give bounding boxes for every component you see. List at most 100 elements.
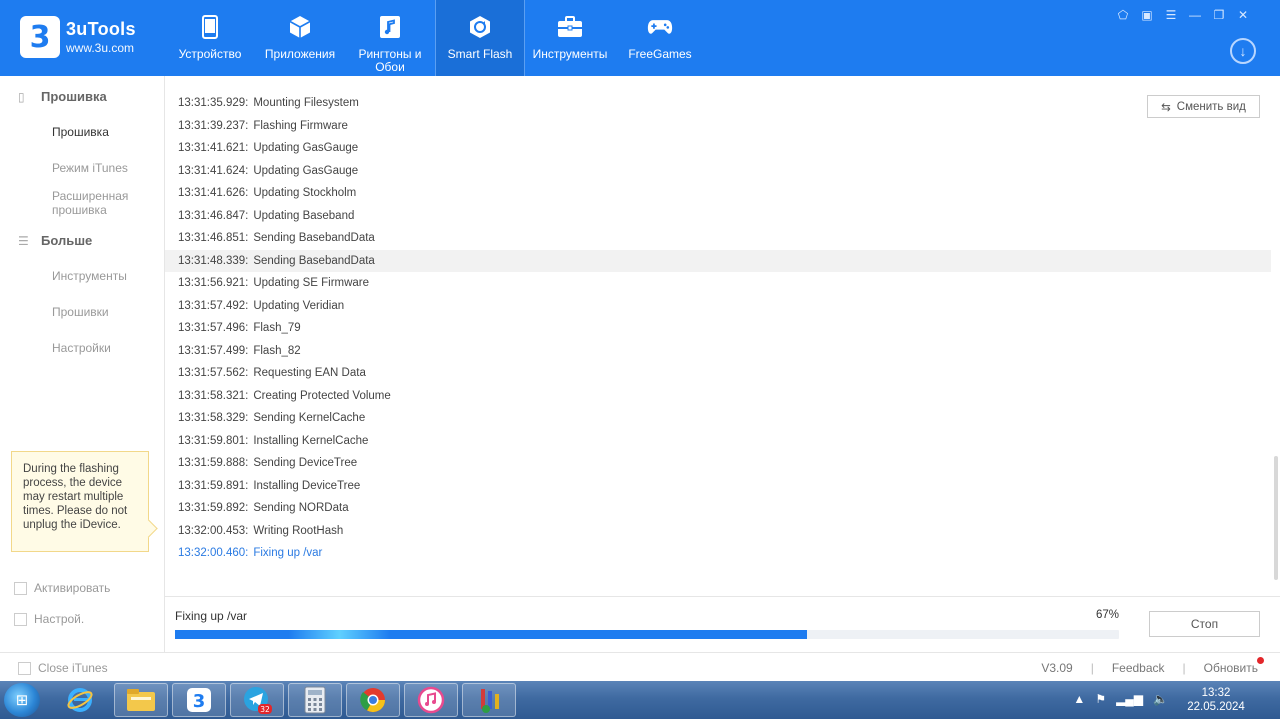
log-message: Flashing Firmware — [253, 119, 348, 132]
app-title: 3uTools — [66, 19, 136, 39]
log-message: Sending BasebandData — [253, 232, 375, 244]
log-time: 13:31:58.321: — [178, 389, 249, 402]
sidebar-item-tools[interactable]: Инструменты — [52, 269, 127, 283]
tray-expand-icon[interactable]: ▲ — [1073, 692, 1085, 706]
checkbox-box[interactable] — [18, 661, 31, 675]
nav-ringtones[interactable]: Рингтоны и Обои — [345, 0, 435, 76]
log-time: 13:31:57.499: — [178, 344, 249, 357]
nav-device[interactable]: Устройство — [165, 0, 255, 76]
clock-date: 22.05.2024 — [1187, 701, 1245, 713]
explorer-icon[interactable] — [114, 683, 168, 717]
download-icon[interactable]: ↓ — [1230, 38, 1256, 64]
ie-icon[interactable] — [60, 684, 100, 716]
log-message: Updating GasGauge — [253, 142, 359, 154]
activate-checkbox[interactable]: Активировать — [14, 581, 110, 595]
log-time: 13:31:41.626: — [178, 187, 249, 199]
sidebar-item-firmwares[interactable]: Прошивки — [52, 305, 109, 319]
log-row: 13:31:59.891: Installing DeviceTree — [165, 475, 1271, 498]
3utools-taskbar-icon[interactable]: 3 — [172, 683, 226, 717]
nav-tools[interactable]: Инструменты — [525, 0, 615, 76]
log-message: Updating Stockholm — [253, 187, 357, 199]
app-header: 3 3uTools www.3u.com Устройство Приложен… — [0, 0, 1280, 76]
flash-tip: During the flashing process, the device … — [11, 451, 149, 552]
chrome-icon[interactable] — [346, 683, 400, 717]
stop-button[interactable]: Стоп — [1149, 611, 1260, 637]
checkbox-box[interactable] — [14, 581, 27, 595]
log-scrollbar[interactable] — [1274, 456, 1278, 580]
feedback-link[interactable]: Feedback — [1112, 661, 1165, 675]
volume-icon[interactable]: 🔈 — [1153, 692, 1168, 706]
nav-smart-flash[interactable]: Smart Flash — [435, 0, 525, 76]
nav-tools-label: Инструменты — [532, 47, 608, 61]
nav-apps[interactable]: Приложения — [255, 0, 345, 76]
action-center-icon[interactable]: ⚑ — [1095, 692, 1106, 706]
logo-mark: 3 — [20, 16, 60, 58]
network-icon[interactable]: ▂▄▆ — [1116, 692, 1143, 706]
taskbar-clock[interactable]: 13:32 22.05.2024 — [1176, 686, 1256, 714]
switch-view-button[interactable]: ⇆ Сменить вид — [1147, 95, 1260, 118]
note-icon[interactable]: ▣ — [1140, 8, 1154, 22]
nav-smart-flash-label: Smart Flash — [447, 47, 513, 61]
music-icon — [377, 14, 403, 40]
telegram-badge: 32 — [260, 705, 270, 714]
progress-percent: 67% — [1096, 609, 1120, 621]
log-message: Updating Veridian — [253, 299, 345, 312]
log-time: 13:31:46.847: — [178, 209, 249, 222]
log-row: 13:31:58.321: Creating Protected Volume — [165, 385, 1271, 408]
menu-icon[interactable]: ☰ — [1164, 8, 1178, 22]
log-time: 13:32:00.453: — [178, 524, 249, 537]
skin-icon[interactable]: ⬠ — [1116, 8, 1130, 22]
log-message: Sending KernelCache — [253, 412, 366, 424]
log-row: 13:31:57.562: Requesting EAN Data — [165, 362, 1271, 385]
cube-icon — [287, 14, 313, 40]
main-nav: Устройство Приложения Рингтоны и Обои Sm… — [165, 0, 705, 76]
progress-track — [175, 630, 1119, 639]
log-row: 13:31:41.626: Updating Stockholm — [165, 182, 1271, 205]
telegram-icon[interactable]: 32 — [230, 683, 284, 717]
swap-icon: ⇆ — [1161, 101, 1171, 114]
windows-start-icon[interactable]: ⊞ — [4, 683, 40, 717]
calculator-icon[interactable] — [288, 683, 342, 717]
sidebar-item-flash[interactable]: Прошивка — [52, 125, 109, 139]
minimize-icon[interactable]: — — [1188, 8, 1202, 22]
sidebar-item-settings[interactable]: Настройки — [52, 341, 111, 355]
log-message: Mounting Filesystem — [253, 97, 359, 109]
nav-device-label: Устройство — [178, 47, 242, 61]
log-row: 13:31:35.929: Mounting Filesystem — [165, 92, 1271, 115]
footer-separator: | — [1182, 661, 1186, 675]
update-badge — [1257, 657, 1264, 664]
nav-apps-label: Приложения — [264, 47, 336, 61]
log-row: 13:32:00.460: Fixing up /var — [165, 542, 1271, 565]
log-time: 13:31:59.801: — [178, 434, 249, 447]
log-row: 13:31:57.492: Updating Veridian — [165, 295, 1271, 318]
version-label: V3.09 — [1041, 661, 1073, 675]
log-row: 13:31:57.496: Flash_79 — [165, 317, 1271, 340]
setup-checkbox[interactable]: Настрой. — [14, 612, 84, 626]
log-row: 13:31:58.329: Sending KernelCache — [165, 407, 1271, 430]
log-message: Sending BasebandData — [253, 254, 375, 267]
progress-label: Fixing up /var — [175, 609, 248, 623]
utility-app-icon[interactable] — [462, 683, 516, 717]
nav-freegames[interactable]: FreeGames — [615, 0, 705, 76]
close-itunes-checkbox[interactable]: Close iTunes — [18, 661, 108, 675]
flash-icon — [467, 14, 493, 40]
app-logo: 3 3uTools www.3u.com — [20, 16, 136, 58]
itunes-icon[interactable] — [404, 683, 458, 717]
log-message: Updating GasGauge — [253, 164, 359, 177]
sidebar-item-itunes-mode[interactable]: Режим iTunes — [52, 161, 128, 175]
log-row: 13:31:57.499: Flash_82 — [165, 340, 1271, 363]
sidebar-section-firmware: ▯ Прошивка — [18, 89, 107, 104]
log-message: Creating Protected Volume — [253, 389, 391, 402]
checkbox-box[interactable] — [14, 612, 27, 626]
log-time: 13:31:41.624: — [178, 164, 249, 177]
log-time: 13:31:46.851: — [178, 232, 249, 244]
window-controls: ⬠ ▣ ☰ — ❐ ✕ — [1116, 8, 1250, 22]
log-row: 13:31:59.801: Installing KernelCache — [165, 430, 1271, 453]
phone-icon — [197, 14, 223, 40]
close-icon[interactable]: ✕ — [1236, 8, 1250, 22]
sidebar-item-advanced-flash[interactable]: Расширенная прошивка — [52, 189, 142, 217]
update-link[interactable]: Обновить — [1204, 657, 1264, 675]
footer-separator: | — [1090, 661, 1094, 675]
log-message: Requesting EAN Data — [253, 367, 366, 379]
restore-icon[interactable]: ❐ — [1212, 8, 1226, 22]
